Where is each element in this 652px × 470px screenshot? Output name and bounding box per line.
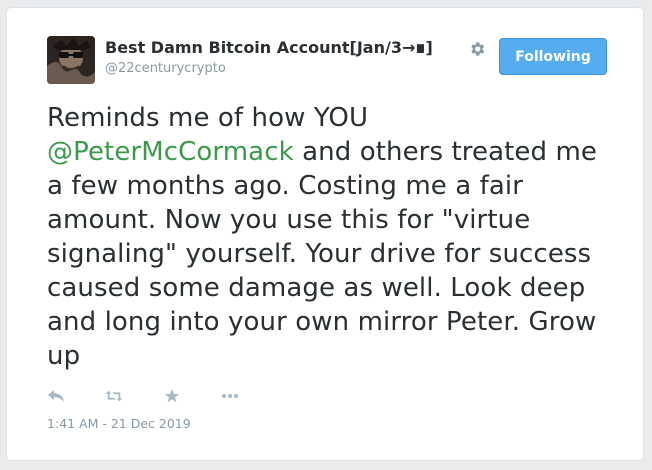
tweet-timestamp[interactable]: 1:41 AM - 21 Dec 2019 [47, 416, 191, 431]
favorite-star-icon[interactable] [163, 388, 181, 404]
reply-icon[interactable] [47, 388, 65, 404]
tweet-text-after: and others treated me a few months ago. … [47, 137, 598, 371]
account-handle[interactable]: @22centurycrypto [105, 61, 226, 76]
tweet-text-before: Reminds me of how YOU [47, 103, 369, 133]
tweet-card: Best Damn Bitcoin Account[Jan/3→∎] @22ce… [6, 7, 644, 461]
avatar[interactable] [47, 36, 95, 84]
mention-link[interactable]: @PeterMcCormack [47, 137, 294, 167]
following-button[interactable]: Following [499, 38, 607, 75]
settings-gear-icon[interactable] [468, 40, 486, 58]
retweet-icon[interactable] [105, 388, 123, 404]
tweet-actions [47, 386, 279, 406]
tweet-text: Reminds me of how YOU @PeterMcCormack an… [47, 101, 617, 373]
display-name[interactable]: Best Damn Bitcoin Account[Jan/3→∎] [105, 38, 433, 57]
more-icon[interactable] [221, 388, 239, 404]
